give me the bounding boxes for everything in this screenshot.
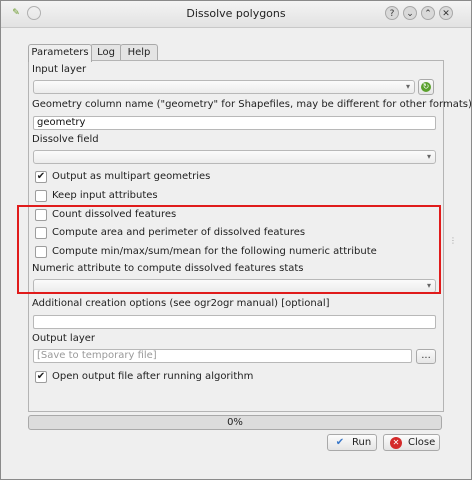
highlight-box [17,205,441,294]
multipart-label: Output as multipart geometries [52,171,211,182]
dissolve-field-combo[interactable]: ▾ [33,150,436,164]
creation-options-input[interactable] [33,315,436,329]
iterate-button[interactable]: ↻ [418,79,434,95]
close-circle-icon: ✕ [390,437,402,449]
keep-attributes-checkbox[interactable] [35,190,47,202]
browse-button[interactable]: ... [416,349,436,364]
window-title: Dissolve polygons [186,7,286,20]
progress-bar: 0% [28,415,442,430]
keep-attributes-label: Keep input attributes [52,190,158,201]
open-output-label: Open output file after running algorithm [52,371,254,382]
maximize-button[interactable]: ⌃ [421,6,435,20]
run-label: Run [352,437,372,448]
geometry-column-input[interactable]: geometry [33,116,436,130]
minimize-button[interactable]: ⌄ [403,6,417,20]
geometry-column-label: Geometry column name ("geometry" for Sha… [32,99,472,110]
run-button[interactable]: ✔ Run [327,434,377,451]
output-layer-input[interactable]: [Save to temporary file] [33,349,412,363]
help-titlebar-button[interactable]: ? [385,6,399,20]
tab-parameters[interactable]: Parameters [28,44,92,62]
dissolve-field-label: Dissolve field [32,134,99,145]
close-button[interactable]: ✕ Close [383,434,440,451]
multipart-checkbox[interactable]: ✔ [35,171,47,183]
tab-log[interactable]: Log [90,44,122,61]
input-layer-label: Input layer [32,64,87,75]
chevron-down-icon: ▾ [405,82,410,91]
splitter-handle-icon[interactable]: ⋮ [449,236,457,245]
tab-help[interactable]: Help [120,44,158,61]
chevron-down-icon: ▾ [426,152,431,161]
close-label: Close [408,437,436,448]
titlebar: ✎ Dissolve polygons ? ⌄ ⌃ ✕ [1,1,471,28]
progress-label: 0% [227,417,243,428]
green-refresh-icon: ↻ [421,82,431,92]
check-icon: ✔ [335,437,345,448]
output-layer-label: Output layer [32,333,96,344]
open-output-checkbox[interactable]: ✔ [35,371,47,383]
creation-options-label: Additional creation options (see ogr2ogr… [32,298,330,309]
input-layer-combo[interactable]: ▾ [33,80,415,94]
close-titlebar-button[interactable]: ✕ [439,6,453,20]
